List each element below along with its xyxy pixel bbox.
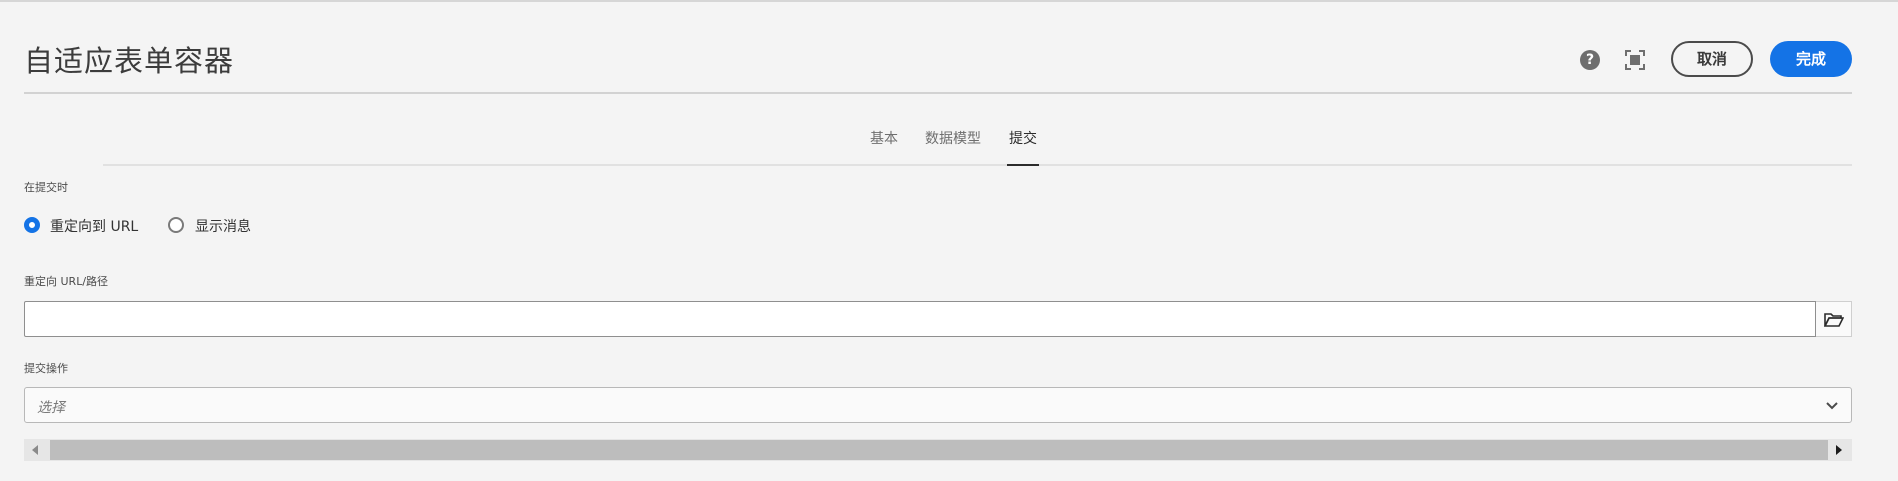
redirect-url-input[interactable]	[24, 301, 1816, 337]
page-title: 自适应表单容器	[24, 44, 235, 78]
tab-submit[interactable]: 提交	[1007, 128, 1039, 166]
cancel-button[interactable]: 取消	[1671, 41, 1753, 77]
fullscreen-icon[interactable]	[1624, 49, 1646, 71]
radio-redirect-url[interactable]	[24, 217, 40, 233]
help-icon[interactable]: ?	[1580, 50, 1600, 70]
submit-action-placeholder: 选择	[37, 400, 65, 416]
scroll-right-arrow-icon[interactable]	[1836, 445, 1842, 455]
scroll-thumb[interactable]	[50, 440, 1828, 460]
redirect-url-label: 重定向 URL/路径	[24, 275, 109, 288]
tab-bar: 基本 数据模型 提交	[103, 122, 1852, 166]
radio-show-message-label[interactable]: 显示消息	[195, 216, 251, 236]
submit-action-label: 提交操作	[24, 362, 68, 375]
radio-show-message[interactable]	[168, 217, 184, 233]
dialog-header: 自适应表单容器 ? 取消 完成	[24, 2, 1852, 94]
done-button[interactable]: 完成	[1770, 41, 1852, 77]
submit-action-select[interactable]: 选择	[24, 387, 1852, 423]
tab-data-model[interactable]: 数据模型	[925, 128, 981, 166]
dialog: 自适应表单容器 ? 取消 完成 基本 数据模型 提交 在提交时 重定向到 URL…	[0, 0, 1898, 481]
chevron-down-icon	[1826, 402, 1838, 410]
on-submit-label: 在提交时	[24, 181, 68, 194]
tab-basic[interactable]: 基本	[870, 128, 898, 166]
scroll-left-arrow-icon[interactable]	[32, 445, 38, 455]
horizontal-scrollbar[interactable]	[24, 439, 1852, 461]
radio-redirect-url-label[interactable]: 重定向到 URL	[50, 216, 138, 236]
browse-button[interactable]	[1816, 301, 1852, 337]
folder-icon	[1824, 313, 1844, 327]
